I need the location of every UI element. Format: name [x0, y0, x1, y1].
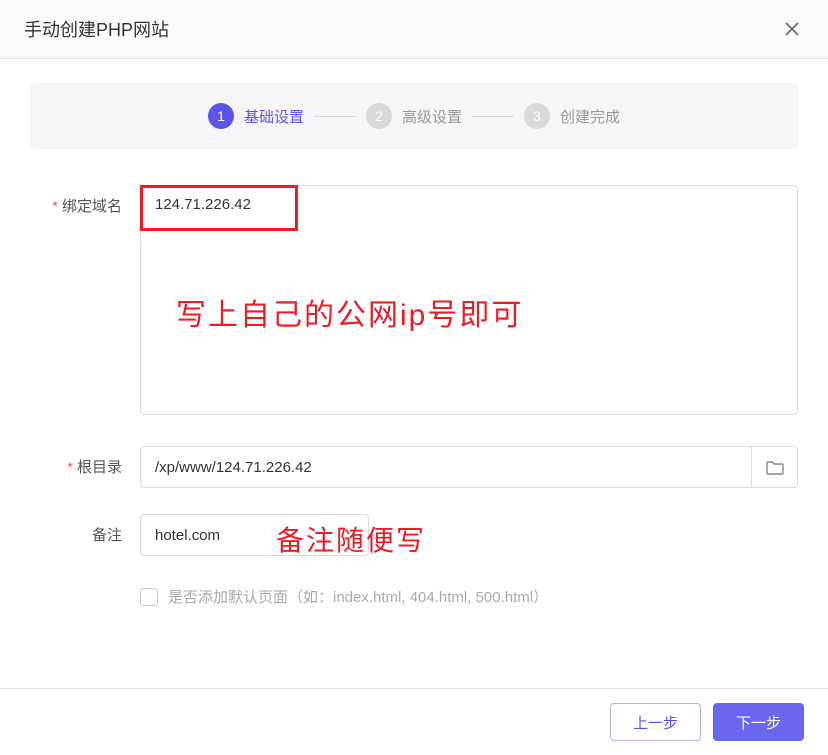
root-input[interactable] — [140, 446, 752, 488]
browse-folder-button[interactable] — [752, 446, 798, 488]
steps: 1 基础设置 2 高级设置 3 创建完成 — [30, 103, 798, 129]
step-num: 1 — [208, 103, 234, 129]
next-button[interactable]: 下一步 — [713, 703, 804, 741]
row-default-pages: 是否添加默认页面（如：index.html, 404.html, 500.htm… — [30, 582, 798, 607]
step-basic[interactable]: 1 基础设置 — [208, 103, 304, 129]
control-remark: 备注随便写 — [140, 514, 798, 556]
step-label: 高级设置 — [402, 106, 462, 127]
step-divider — [472, 116, 514, 117]
modal-body: 1 基础设置 2 高级设置 3 创建完成 绑定域名 写上自己 — [0, 59, 828, 688]
step-divider — [314, 116, 356, 117]
step-num: 2 — [366, 103, 392, 129]
modal-header: 手动创建PHP网站 — [0, 0, 828, 59]
default-pages-label: 是否添加默认页面（如：index.html, 404.html, 500.htm… — [168, 586, 548, 607]
control-default-pages: 是否添加默认页面（如：index.html, 404.html, 500.htm… — [140, 582, 798, 607]
remark-input[interactable] — [140, 514, 369, 556]
label-root: 根目录 — [30, 446, 140, 477]
step-label: 创建完成 — [560, 106, 620, 127]
step-label: 基础设置 — [244, 106, 304, 127]
modal-footer: 上一步 下一步 — [0, 688, 828, 755]
label-remark: 备注 — [30, 514, 140, 545]
label-empty — [30, 582, 140, 592]
step-num: 3 — [524, 103, 550, 129]
step-done[interactable]: 3 创建完成 — [524, 103, 620, 129]
domain-input[interactable] — [140, 185, 798, 415]
row-remark: 备注 备注随便写 — [30, 514, 798, 556]
root-input-group — [140, 446, 798, 488]
prev-button[interactable]: 上一步 — [610, 703, 701, 741]
x-icon — [784, 21, 800, 37]
row-root: 根目录 — [30, 446, 798, 488]
modal-title: 手动创建PHP网站 — [24, 16, 169, 42]
folder-icon — [766, 460, 784, 475]
control-domain: 写上自己的公网ip号即可 — [140, 185, 798, 420]
close-icon[interactable] — [780, 17, 804, 41]
row-domain: 绑定域名 写上自己的公网ip号即可 — [30, 185, 798, 420]
default-pages-checkbox[interactable] — [140, 588, 158, 606]
create-php-site-modal: 手动创建PHP网站 1 基础设置 2 高级设置 3 — [0, 0, 828, 755]
control-root — [140, 446, 798, 488]
step-advanced[interactable]: 2 高级设置 — [366, 103, 462, 129]
steps-container: 1 基础设置 2 高级设置 3 创建完成 — [30, 83, 798, 149]
checkbox-row: 是否添加默认页面（如：index.html, 404.html, 500.htm… — [140, 586, 798, 607]
label-domain: 绑定域名 — [30, 185, 140, 216]
